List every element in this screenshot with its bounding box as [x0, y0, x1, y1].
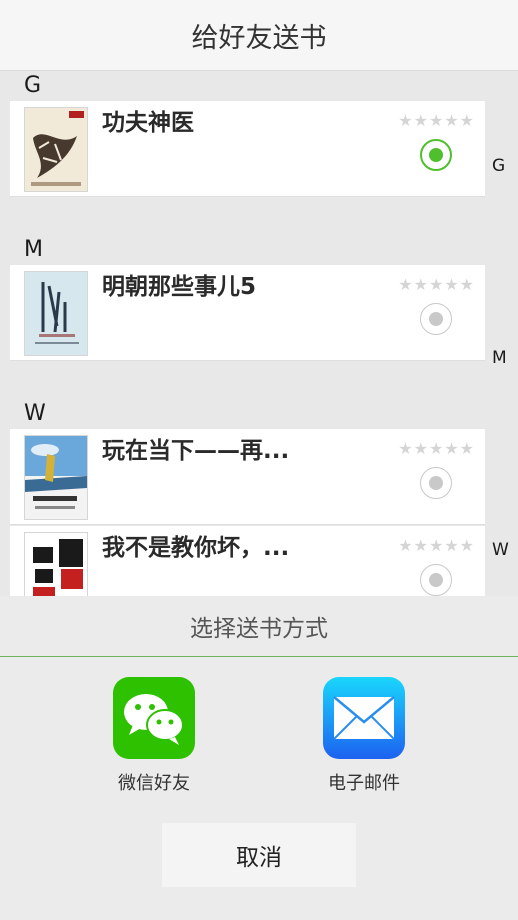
rating-stars-icon: ★★★★★ — [398, 275, 475, 294]
index-letter-m[interactable]: M — [492, 348, 507, 368]
send-book-screen: 给好友送书 G 功夫神医 ★★★★★ M 明朝那些事儿5 ★★★★★ W 玩在当… — [0, 0, 518, 920]
book-cover-gongfu — [24, 107, 88, 192]
book-cover-wanzai — [24, 435, 88, 520]
wechat-icon[interactable] — [113, 677, 195, 759]
radio-dot — [429, 573, 443, 587]
friend-book-list[interactable]: G 功夫神医 ★★★★★ M 明朝那些事儿5 ★★★★★ W 玩在当下——再..… — [0, 71, 518, 596]
share-option-label: 微信好友 — [118, 773, 190, 794]
rating-stars-icon: ★★★★★ — [398, 439, 475, 458]
index-letter-w[interactable]: W — [492, 540, 509, 560]
share-sheet: 选择送书方式 微信好友 电子邮件 取消 — [0, 596, 518, 920]
share-option-label: 电子邮件 — [328, 773, 400, 794]
book-title: 功夫神医 — [102, 110, 194, 136]
select-radio-button[interactable] — [420, 303, 452, 335]
book-cover-mingchao — [24, 271, 88, 356]
rating-stars-icon: ★★★★★ — [398, 111, 475, 130]
page-title: 给好友送书 — [191, 22, 327, 54]
radio-selected-dot — [429, 148, 443, 162]
rating-stars-icon: ★★★★★ — [398, 536, 475, 555]
select-radio-button[interactable] — [420, 139, 452, 171]
book-title: 明朝那些事儿5 — [102, 274, 257, 300]
section-header-m: M — [24, 237, 43, 262]
share-sheet-title: 选择送书方式 — [0, 596, 518, 657]
radio-dot — [429, 312, 443, 326]
nav-bar: 给好友送书 — [0, 0, 518, 71]
share-option-mail[interactable]: 电子邮件 — [304, 677, 424, 795]
mail-icon[interactable] — [323, 677, 405, 759]
section-header-g: G — [24, 73, 42, 98]
cancel-button[interactable]: 取消 — [162, 823, 356, 887]
index-letter-g[interactable]: G — [492, 156, 505, 176]
book-title: 我不是教你坏，... — [102, 535, 290, 561]
share-option-wechat[interactable]: 微信好友 — [94, 677, 214, 795]
book-row[interactable]: 我不是教你坏，... ★★★★★ — [10, 526, 485, 596]
book-row[interactable]: 功夫神医 ★★★★★ — [10, 101, 485, 197]
book-title: 玩在当下——再... — [102, 438, 290, 464]
book-row[interactable]: 明朝那些事儿5 ★★★★★ — [10, 265, 485, 361]
radio-dot — [429, 476, 443, 490]
select-radio-button[interactable] — [420, 564, 452, 596]
book-row[interactable]: 玩在当下——再... ★★★★★ — [10, 429, 485, 525]
book-cover-wobushi — [24, 532, 88, 596]
section-header-w: W — [24, 401, 46, 426]
select-radio-button[interactable] — [420, 467, 452, 499]
